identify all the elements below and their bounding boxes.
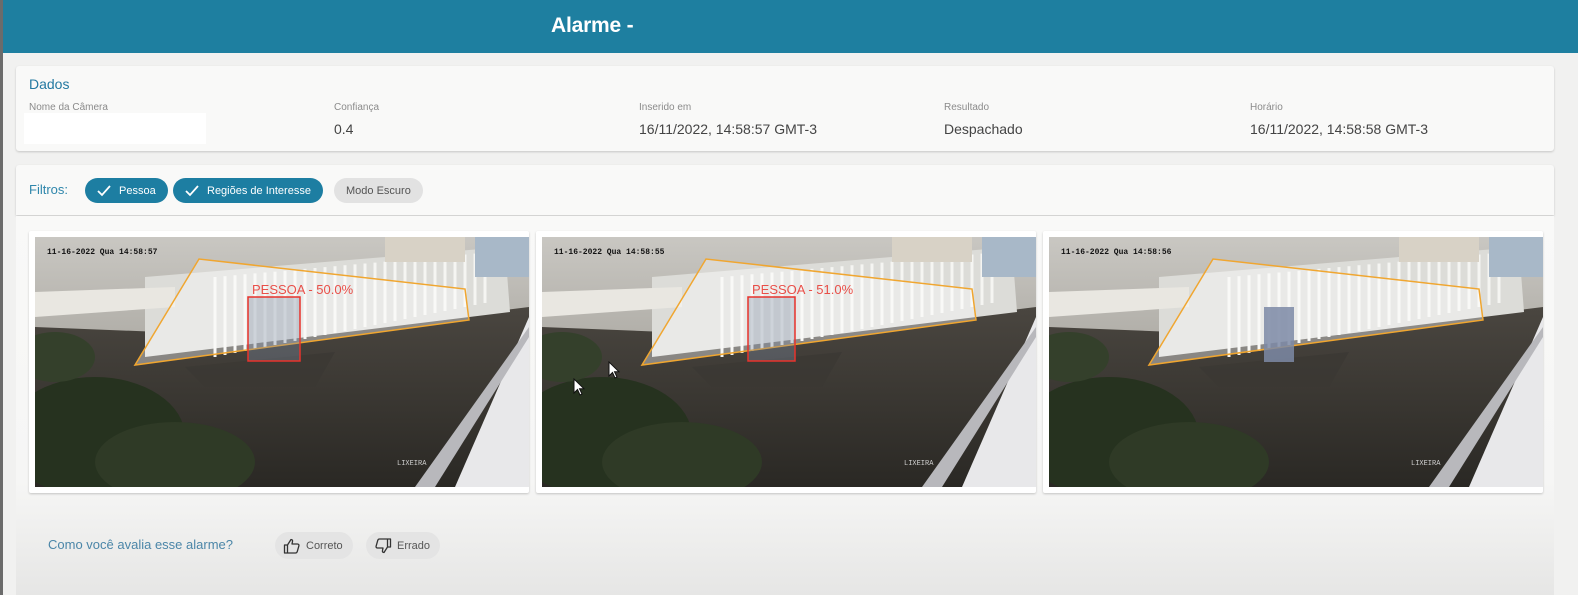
mouse-cursor-icon — [573, 378, 585, 396]
frame-watermark: LIXEIRA — [904, 460, 934, 468]
field-label: Confiança — [334, 102, 380, 113]
field-label: Inserido em — [639, 102, 692, 113]
field-confidence: Confiança 0.4 — [334, 102, 379, 137]
field-value: 0.4 — [334, 121, 354, 137]
frame-timestamp: 11-16-2022 Qua 14:58:55 — [554, 248, 665, 257]
dados-card: Dados Nome da Câmera Confiança 0.4 Inser… — [16, 66, 1554, 151]
camera-frame-image: 11-16-2022 Qua 14:58:56 LIXEIRA — [1049, 237, 1543, 487]
field-value: 16/11/2022, 14:58:57 GMT-3 — [639, 121, 817, 137]
field-value: Despachado — [944, 121, 1023, 137]
filters-label: Filtros: — [29, 182, 68, 197]
wrong-button[interactable]: Errado — [366, 532, 441, 559]
field-camera-name: Nome da Câmera — [29, 102, 108, 121]
thumbs-up-icon — [283, 538, 300, 554]
field-label: Resultado — [944, 102, 990, 113]
thumbs-down-icon — [375, 537, 392, 553]
check-icon — [185, 184, 199, 196]
frame-watermark: LIXEIRA — [1411, 460, 1441, 468]
frame-watermark: LIXEIRA — [397, 460, 427, 468]
field-inserted-at: Inserido em 16/11/2022, 14:58:57 GMT-3 — [639, 102, 817, 137]
field-value: 16/11/2022, 14:58:58 GMT-3 — [1250, 121, 1428, 137]
app-header: Alarme - — [3, 0, 1578, 53]
check-icon — [97, 184, 111, 196]
window-border — [0, 0, 3, 595]
filter-chip-dark-mode[interactable]: Modo Escuro — [334, 178, 423, 203]
frame-card-3[interactable]: 11-16-2022 Qua 14:58:56 LIXEIRA — [1043, 231, 1543, 493]
frame-timestamp: 11-16-2022 Qua 14:58:57 — [47, 248, 158, 257]
chip-label: Modo Escuro — [346, 184, 411, 197]
chip-label: Pessoa — [119, 184, 156, 197]
dados-heading: Dados — [29, 76, 70, 92]
filter-chip-pessoa[interactable]: Pessoa — [85, 178, 168, 203]
field-time: Horário 16/11/2022, 14:58:58 GMT-3 — [1250, 102, 1428, 137]
filter-chip-regions[interactable]: Regiões de Interesse — [173, 178, 323, 203]
chip-label: Regiões de Interesse — [207, 184, 311, 197]
field-label: Nome da Câmera — [29, 102, 108, 113]
detection-label: PESSOA - 50.0% — [252, 282, 354, 297]
field-label: Horário — [1250, 102, 1283, 113]
rating-question: Como você avalia esse alarme? — [48, 537, 233, 552]
mouse-cursor-icon — [608, 361, 620, 379]
wrong-label: Errado — [397, 539, 431, 552]
correct-label: Correto — [306, 539, 343, 552]
field-result: Resultado Despachado — [944, 102, 1023, 137]
frame-timestamp: 11-16-2022 Qua 14:58:56 — [1061, 248, 1172, 257]
detection-label: PESSOA - 51.0% — [752, 282, 854, 297]
filters-bar: Filtros: Pessoa Regiões de Interesse Mod… — [16, 165, 1554, 215]
page-title: Alarme - — [551, 14, 634, 37]
camera-frame-image: PESSOA - 50.0% 11-16-2022 Qua 14:58:57 LIX… — [35, 237, 529, 487]
correct-button[interactable]: Correto — [275, 532, 353, 559]
frame-card-1[interactable]: PESSOA - 50.0% 11-16-2022 Qua 14:58:57 LIX… — [29, 231, 529, 493]
